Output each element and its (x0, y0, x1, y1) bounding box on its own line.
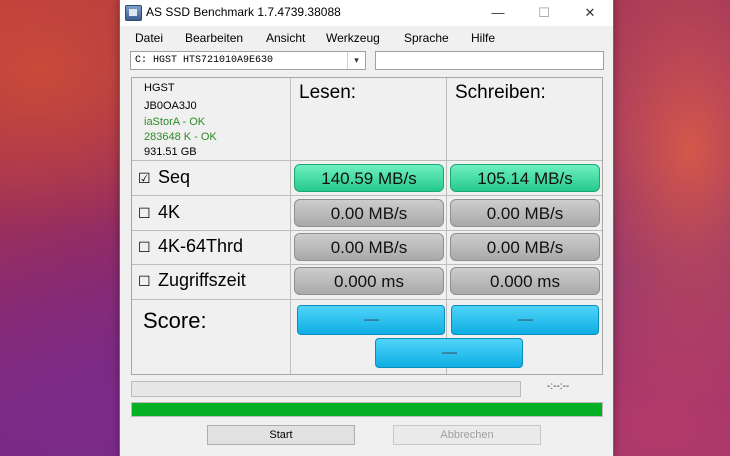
drive-info-field (375, 51, 604, 70)
seq-checkbox[interactable]: ☑ (138, 170, 158, 187)
window-title: AS SSD Benchmark 1.7.4739.38088 (146, 5, 341, 19)
menu-bearbeiten[interactable]: Bearbeiten (185, 31, 243, 45)
menu-datei[interactable]: Datei (135, 31, 163, 45)
4k-64thrd-label-text: 4K-64Thrd (158, 236, 244, 256)
seq-write-result: 105.14 MB/s (450, 164, 600, 192)
row-access-time-label[interactable]: ☐ Zugriffszeit (138, 270, 246, 291)
score-total: ----- (375, 338, 523, 368)
row-divider (132, 264, 602, 265)
drive-capacity: 931.51 GB (144, 146, 197, 158)
seq-read-result: 140.59 MB/s (294, 164, 444, 192)
maximize-button[interactable]: ☐ (521, 0, 567, 26)
4k-64thrd-checkbox[interactable]: ☐ (138, 239, 158, 256)
app-window: AS SSD Benchmark 1.7.4739.38088 — ☐ ✕ Da… (119, 0, 614, 456)
drive-select-value: C: HGST HTS721010A9E630 (135, 55, 274, 66)
test-progress-bar (131, 381, 521, 397)
4k-64thrd-read-result: 0.00 MB/s (294, 233, 444, 261)
drive-select[interactable]: C: HGST HTS721010A9E630 ▾ (130, 51, 366, 70)
menu-sprache[interactable]: Sprache (404, 31, 449, 45)
row-divider (132, 299, 602, 300)
row-divider (132, 230, 602, 231)
elapsed-time: -:--:-- (547, 381, 570, 392)
menu-bar: Datei Bearbeiten Ansicht Werkzeug Sprach… (120, 27, 613, 49)
title-bar[interactable]: AS SSD Benchmark 1.7.4739.38088 — ☐ ✕ (120, 0, 613, 26)
overall-progress-bar (131, 402, 603, 417)
row-4k-label[interactable]: ☐ 4K (138, 202, 180, 223)
driver-status: iaStorA - OK (144, 116, 206, 128)
4k-label-text: 4K (158, 202, 181, 222)
start-button[interactable]: Start (207, 425, 355, 445)
close-button[interactable]: ✕ (567, 0, 613, 26)
score-write: ----- (451, 305, 599, 335)
seq-label-text: Seq (158, 167, 191, 187)
access-time-read-result: 0.000 ms (294, 267, 444, 295)
alignment-status: 283648 K - OK (144, 131, 217, 143)
row-divider (132, 160, 602, 161)
column-divider (446, 78, 447, 374)
menu-hilfe[interactable]: Hilfe (471, 31, 495, 45)
row-seq-label[interactable]: ☑ Seq (138, 167, 190, 188)
drive-firmware: JB0OA3J0 (144, 100, 197, 112)
row-4k-64thrd-label[interactable]: ☐ 4K-64Thrd (138, 236, 243, 257)
4k-checkbox[interactable]: ☐ (138, 205, 158, 222)
4k-read-result: 0.00 MB/s (294, 199, 444, 227)
minimize-button[interactable]: — (475, 0, 521, 26)
access-time-write-result: 0.000 ms (450, 267, 600, 295)
score-read: ----- (297, 305, 445, 335)
chevron-down-icon[interactable]: ▾ (347, 52, 365, 69)
write-header: Schreiben: (455, 82, 546, 103)
menu-werkzeug[interactable]: Werkzeug (326, 31, 380, 45)
access-time-label-text: Zugriffszeit (158, 270, 246, 290)
read-header: Lesen: (299, 82, 357, 103)
score-label: Score: (143, 308, 207, 333)
4k-64thrd-write-result: 0.00 MB/s (450, 233, 600, 261)
menu-ansicht[interactable]: Ansicht (266, 31, 305, 45)
app-icon (125, 5, 142, 21)
progress-fill (132, 403, 602, 416)
column-divider (290, 78, 291, 374)
4k-write-result: 0.00 MB/s (450, 199, 600, 227)
access-time-checkbox[interactable]: ☐ (138, 273, 158, 290)
abort-button[interactable]: Abbrechen (393, 425, 541, 445)
results-panel: HGST JB0OA3J0 iaStorA - OK 283648 K - OK… (131, 77, 603, 375)
row-divider (132, 195, 602, 196)
drive-model: HGST (144, 82, 175, 94)
